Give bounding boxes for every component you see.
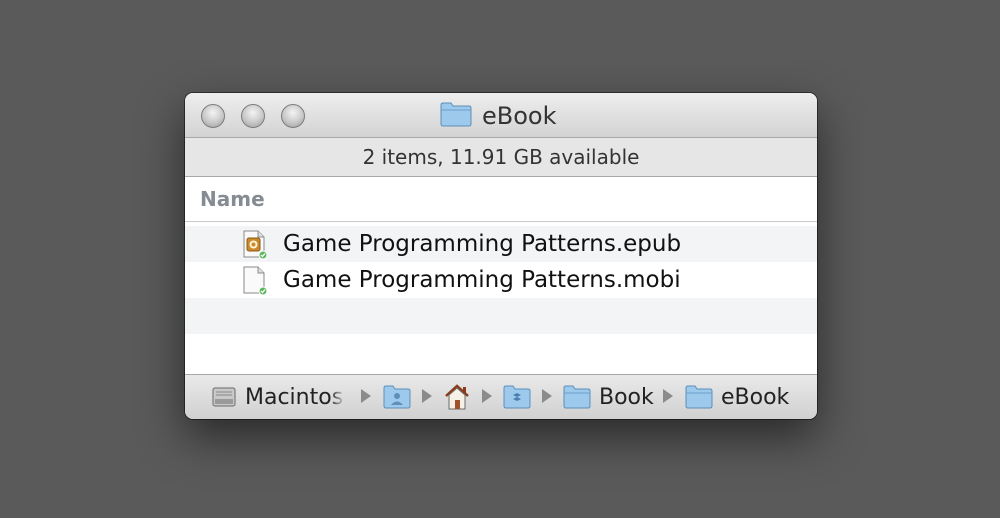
window-title-text: eBook	[482, 102, 557, 130]
path-item-ebook[interactable]: eBook	[685, 383, 789, 411]
document-file-icon	[242, 266, 268, 296]
dropbox-folder-icon	[503, 385, 531, 409]
file-list: Game Programming Patterns.epub Game Prog…	[185, 226, 817, 370]
list-header: Name	[185, 177, 817, 222]
path-bar: Macintosh	[185, 374, 817, 419]
minimize-button[interactable]	[241, 104, 265, 128]
path-separator-icon	[361, 389, 371, 403]
path-item-dropbox[interactable]	[503, 383, 531, 411]
path-separator-icon	[422, 389, 432, 403]
path-item-user[interactable]	[383, 383, 411, 411]
close-button[interactable]	[201, 104, 225, 128]
path-item-book[interactable]: Book	[563, 383, 654, 411]
path-item-label: Book	[599, 384, 654, 410]
folder-icon	[440, 101, 472, 131]
file-row-mobi[interactable]: Game Programming Patterns.mobi	[185, 262, 817, 298]
zoom-button[interactable]	[281, 104, 305, 128]
empty-row	[185, 298, 817, 334]
home-icon	[443, 383, 471, 411]
column-header-name[interactable]: Name	[200, 187, 265, 211]
file-row-epub[interactable]: Game Programming Patterns.epub	[185, 226, 817, 262]
folder-icon	[563, 385, 591, 409]
window-title: eBook	[440, 101, 557, 131]
file-name: Game Programming Patterns.epub	[283, 231, 682, 257]
path-separator-icon	[482, 389, 492, 403]
path-item-label: Macintosh	[245, 384, 345, 410]
epub-file-icon	[242, 230, 268, 260]
folder-icon	[685, 385, 713, 409]
title-bar[interactable]: eBook	[185, 93, 817, 138]
path-item-label: eBook	[721, 384, 790, 410]
path-item-macintosh[interactable]: Macintosh	[211, 383, 345, 411]
file-name: Game Programming Patterns.mobi	[283, 267, 681, 293]
desktop: eBook 2 items, 11.91 GB available Name G…	[0, 0, 1000, 518]
status-bar: 2 items, 11.91 GB available	[185, 138, 817, 177]
status-text: 2 items, 11.91 GB available	[362, 145, 640, 169]
path-separator-icon	[663, 389, 673, 403]
user-folder-icon	[383, 385, 411, 409]
empty-row	[185, 334, 817, 370]
finder-window: eBook 2 items, 11.91 GB available Name G…	[185, 93, 817, 419]
path-separator-icon	[542, 389, 552, 403]
path-item-home[interactable]	[443, 383, 471, 411]
hard-drive-icon	[211, 384, 237, 410]
